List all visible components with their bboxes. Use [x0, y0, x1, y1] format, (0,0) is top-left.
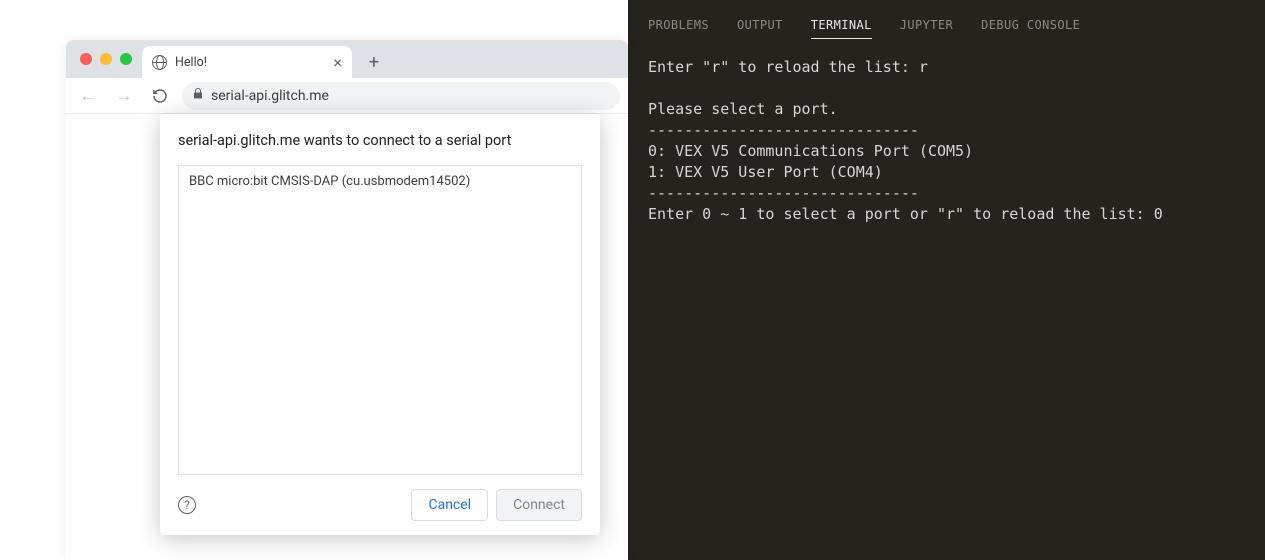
close-tab-icon[interactable]: × — [333, 53, 342, 72]
dialog-title: serial-api.glitch.me wants to connect to… — [178, 132, 582, 149]
tab-jupyter[interactable]: JUPYTER — [900, 18, 953, 39]
url-text: serial-api.glitch.me — [211, 88, 329, 104]
tab-debug-console[interactable]: DEBUG CONSOLE — [981, 18, 1080, 39]
terminal-line: Enter "r" to reload the list: r — [648, 58, 928, 76]
reload-icon — [152, 88, 168, 104]
terminal-output[interactable]: Enter "r" to reload the list: r Please s… — [628, 49, 1265, 233]
serial-port-dialog: serial-api.glitch.me wants to connect to… — [160, 114, 600, 535]
left-pane: Hello! × + ← → serial-api.glitch.me — [0, 0, 628, 560]
editor-panel: PROBLEMS OUTPUT TERMINAL JUPYTER DEBUG C… — [628, 0, 1265, 560]
dialog-footer: ? Cancel Connect — [178, 489, 582, 521]
close-window-icon[interactable] — [80, 53, 92, 65]
browser-tab[interactable]: Hello! × — [142, 46, 352, 78]
tab-title: Hello! — [175, 55, 207, 70]
lock-icon — [192, 87, 204, 104]
panel-tabs: PROBLEMS OUTPUT TERMINAL JUPYTER DEBUG C… — [628, 0, 1265, 49]
terminal-line: 0: VEX V5 Communications Port (COM5) — [648, 142, 973, 160]
browser-toolbar: ← → serial-api.glitch.me — [66, 78, 628, 114]
window-controls — [76, 40, 142, 78]
browser-window: Hello! × + ← → serial-api.glitch.me — [66, 40, 628, 560]
reload-button[interactable] — [146, 82, 174, 110]
tab-strip: Hello! × + — [66, 40, 628, 78]
tab-terminal[interactable]: TERMINAL — [811, 18, 872, 39]
back-button[interactable]: ← — [74, 82, 102, 110]
minimize-window-icon[interactable] — [100, 53, 112, 65]
help-icon[interactable]: ? — [178, 496, 196, 514]
forward-button[interactable]: → — [110, 82, 138, 110]
terminal-line: Enter 0 ~ 1 to select a port or "r" to r… — [648, 205, 1163, 223]
connect-button[interactable]: Connect — [496, 489, 582, 521]
terminal-line: ------------------------------ — [648, 184, 919, 202]
new-tab-button[interactable]: + — [360, 48, 388, 76]
globe-icon — [152, 55, 167, 70]
tab-problems[interactable]: PROBLEMS — [648, 18, 709, 39]
serial-port-option[interactable]: BBC micro:bit CMSIS-DAP (cu.usbmodem1450… — [189, 174, 571, 189]
terminal-line: 1: VEX V5 User Port (COM4) — [648, 163, 883, 181]
address-bar[interactable]: serial-api.glitch.me — [182, 82, 620, 110]
tab-output[interactable]: OUTPUT — [737, 18, 783, 39]
cancel-button[interactable]: Cancel — [411, 489, 488, 521]
serial-port-list[interactable]: BBC micro:bit CMSIS-DAP (cu.usbmodem1450… — [178, 165, 582, 475]
terminal-line: Please select a port. — [648, 100, 838, 118]
maximize-window-icon[interactable] — [120, 53, 132, 65]
terminal-line: ------------------------------ — [648, 121, 919, 139]
